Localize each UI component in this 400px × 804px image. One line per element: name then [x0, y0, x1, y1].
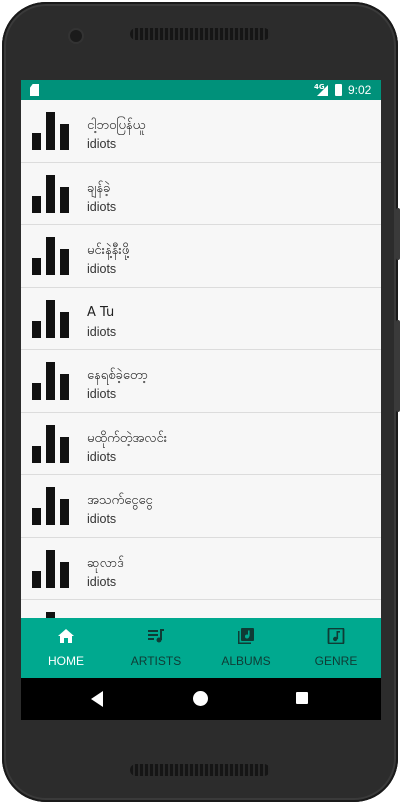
song-title: A Tu [87, 304, 115, 320]
volume-button [396, 320, 400, 412]
song-row[interactable]: မထိုက်တဲ့အလင်း idiots [21, 413, 381, 475]
song-row[interactable]: မင်းနဲ့နီးဖို့ idiots [21, 225, 381, 288]
home-icon [58, 629, 74, 643]
tab-artists[interactable]: ARTISTS [111, 618, 201, 678]
back-icon[interactable] [91, 691, 103, 707]
tab-albums[interactable]: ALBUMS [201, 618, 291, 678]
song-title: မင်းနဲ့နီးဖို့ [87, 243, 130, 258]
tab-genre[interactable]: GENRE [291, 618, 381, 678]
song-row[interactable]: နေရစ်ခဲ့တော့ idiots [21, 350, 381, 413]
song-artist: idiots [87, 449, 117, 464]
tab-artists-label: ARTISTS [130, 654, 182, 668]
front-camera [70, 30, 82, 42]
song-row[interactable]: အသက်ငွေငွေ idiots [21, 475, 381, 538]
song-title: ချန်ခဲ့ [87, 180, 111, 196]
song-title: အသက်ငွေငွေ [87, 493, 153, 508]
equalizer-icon [32, 424, 70, 463]
app-screen: 4G 9:02 ငါ့ဘဝပြန်ယူ idiots ချန်ခဲ့ idiot… [21, 80, 381, 720]
status-time: 9:02 [348, 83, 372, 97]
recent-apps-icon[interactable] [296, 692, 308, 704]
bottom-navigation: HOME ARTISTS ALBUMS GENRE [21, 618, 381, 678]
tab-home-label: HOME [48, 654, 84, 668]
status-bar: 4G 9:02 [21, 80, 381, 100]
song-artist: idiots [87, 137, 117, 151]
song-row[interactable]: ဆုလာဒ် idiots [21, 538, 381, 600]
system-navigation-bar [21, 678, 381, 720]
equalizer-icon [32, 237, 70, 275]
song-artist: idiots [87, 387, 117, 401]
phone-frame: 4G 9:02 ငါ့ဘဝပြန်ယူ idiots ချန်ခဲ့ idiot… [2, 2, 400, 802]
power-button [396, 208, 400, 260]
song-list[interactable]: ငါ့ဘဝပြန်ယူ idiots ချန်ခဲ့ idiots မင်းနဲ… [21, 100, 381, 618]
song-artist: idiots [87, 324, 117, 339]
song-row[interactable]: A Tu idiots [21, 288, 381, 350]
bottom-speaker [130, 764, 270, 776]
song-row[interactable] [21, 600, 381, 618]
song-title: ငါ့ဘဝပြန်ယူ [87, 118, 146, 133]
equalizer-icon [32, 362, 70, 400]
song-title: ဆုလာဒ် [87, 555, 124, 571]
song-title: နေရစ်ခဲ့တော့ [87, 368, 148, 383]
sd-card-icon [30, 84, 39, 96]
music-note-icon [327, 628, 345, 644]
equalizer-icon [32, 299, 70, 338]
equalizer-icon [32, 487, 70, 525]
song-artist: idiots [87, 512, 117, 526]
tab-home[interactable]: HOME [21, 618, 111, 678]
home-circle-icon[interactable] [193, 691, 208, 706]
song-artist: idiots [87, 199, 117, 214]
song-title: မထိုက်တဲ့အလင်း [87, 430, 168, 446]
signal-icon [317, 85, 328, 96]
song-artist: idiots [87, 574, 117, 589]
battery-icon [335, 84, 342, 96]
equalizer-icon [32, 549, 70, 588]
equalizer-icon [32, 112, 70, 150]
playlist-icon [148, 629, 164, 643]
earpiece-speaker [130, 28, 270, 40]
equalizer-icon [32, 174, 70, 213]
song-row[interactable]: ငါ့ဘဝပြန်ယူ idiots [21, 100, 381, 163]
song-row[interactable]: ချန်ခဲ့ idiots [21, 163, 381, 225]
song-artist: idiots [87, 262, 117, 276]
tab-albums-label: ALBUMS [221, 654, 271, 668]
album-library-icon [238, 628, 254, 644]
tab-genre-label: GENRE [314, 654, 358, 668]
